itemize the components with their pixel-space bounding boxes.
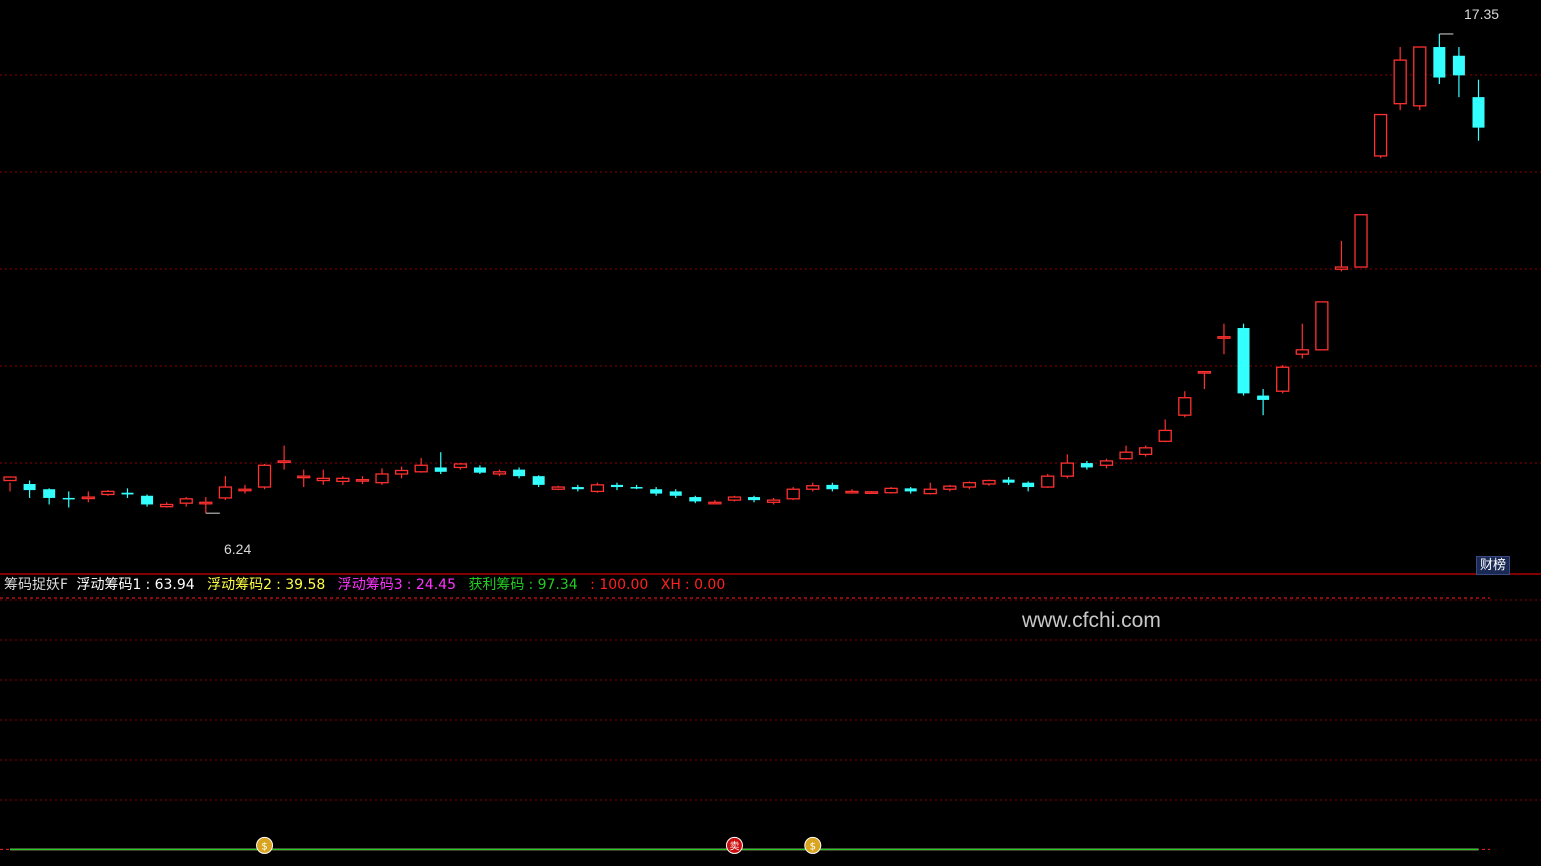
candle-body-up [923,488,937,495]
candle-body-up [238,488,252,492]
candle-body-up [101,490,115,496]
candle-body-up [1354,214,1368,268]
candle-body-up [982,479,996,485]
candle-body-down [630,487,643,489]
candle-body-up [81,496,95,500]
candle-body-down [1433,47,1446,78]
candle-body-up [1315,301,1329,351]
indicator-name: 筹码捉妖F [4,577,69,593]
candle-body-up [786,488,800,500]
marker-symbol: $ [810,841,816,852]
candle-body-down [1022,482,1035,488]
candle-body-up [1138,447,1153,456]
candle-body-up [1393,59,1407,105]
candle-body-up [590,484,605,493]
candle-body-up [355,478,370,482]
candle-body-down [650,489,663,494]
candle-body-down [43,489,56,498]
legend-series3: 浮动筹码3: 24.45 [337,577,456,593]
candle-body-up [336,477,350,483]
legend-series2: 浮动筹码2: 39.58 [207,577,326,593]
legend-series5: : 100.00 [590,577,649,593]
candle-body-up [962,482,977,488]
candle-body-up [218,486,233,499]
legend-series6: XH: 0.00 [660,577,726,593]
candle-body-up [1334,266,1349,270]
candle-body-up [492,471,507,475]
candle-body-up [453,463,467,469]
candle-body-up [1217,336,1231,339]
candle-body-up [1276,366,1290,392]
candle-body-down [62,497,75,500]
candle-body-down [1472,97,1485,128]
candle-body-up [943,485,957,490]
candle-body-down [1080,463,1093,468]
candle-body-up [3,476,17,482]
candle-body-up [708,501,722,505]
indicator-legend: 筹码捉妖F 浮动筹码1: 63.94 浮动筹码2: 39.58 浮动筹码3: 2… [4,575,733,595]
candle-body-down [1002,479,1015,483]
legend-series4: 获利筹码: 97.34 [468,577,578,593]
candle-body-up [1060,462,1074,477]
candle-body-down [610,484,623,488]
candle-body-up [1119,451,1133,460]
candle-body-up [277,460,291,464]
candle-body-up [551,486,565,490]
candle-body-down [669,491,682,496]
watermark: www.cfchi.com [1022,609,1161,632]
candle-body-down [1257,395,1270,400]
candle-body-up [884,487,898,494]
candle-body-up [806,485,820,490]
candle-body-up [297,475,311,479]
candle-body-up [179,498,193,504]
candle-body-up [1099,460,1114,466]
candle-body-down [473,467,486,473]
marker-symbol: 卖 [729,840,739,852]
candle-body-down [571,487,584,490]
candle-body-up [766,499,781,503]
candle-body-up [864,491,879,494]
marker-symbol: $ [261,841,267,852]
candle-body-up [727,496,742,501]
low-price-label: 6.24 [224,541,252,557]
candle-body-up [1197,370,1212,374]
high-price-label: 17.35 [1464,6,1500,22]
candle-body-down [23,483,36,491]
candle-body-up [159,503,174,508]
candle-body-up [1295,349,1309,355]
candle-body-down [689,497,702,502]
caibang-badge[interactable]: 财榜 [1476,556,1511,575]
stock-chart: $ 卖 $ [0,33,1541,854]
candle-body-down [434,467,447,472]
candle-body-up [1413,46,1427,107]
candle-body-up [394,469,409,475]
candle-body-up [257,464,272,488]
candle-body-down [532,476,545,485]
candle-body-down [513,469,526,477]
candle-body-up [414,464,428,473]
candle-body-up [375,473,389,484]
candle-body-down [141,495,154,505]
candle-body-down [748,497,761,501]
candle-body-down [826,484,839,490]
candle-body-up [1373,113,1388,157]
candle-body-up [199,501,213,505]
candle-body-up [845,490,859,494]
candle-body-down [121,492,134,495]
candle-body-down [904,488,917,492]
candle-body-down [1237,328,1250,394]
candle-body-down [1452,55,1465,76]
candle-body-up [316,477,330,482]
legend-series1: 浮动筹码1: 63.94 [76,577,195,593]
candle-body-up [1041,475,1055,488]
candle-body-up [1158,429,1172,442]
candle-body-up [1178,397,1192,416]
